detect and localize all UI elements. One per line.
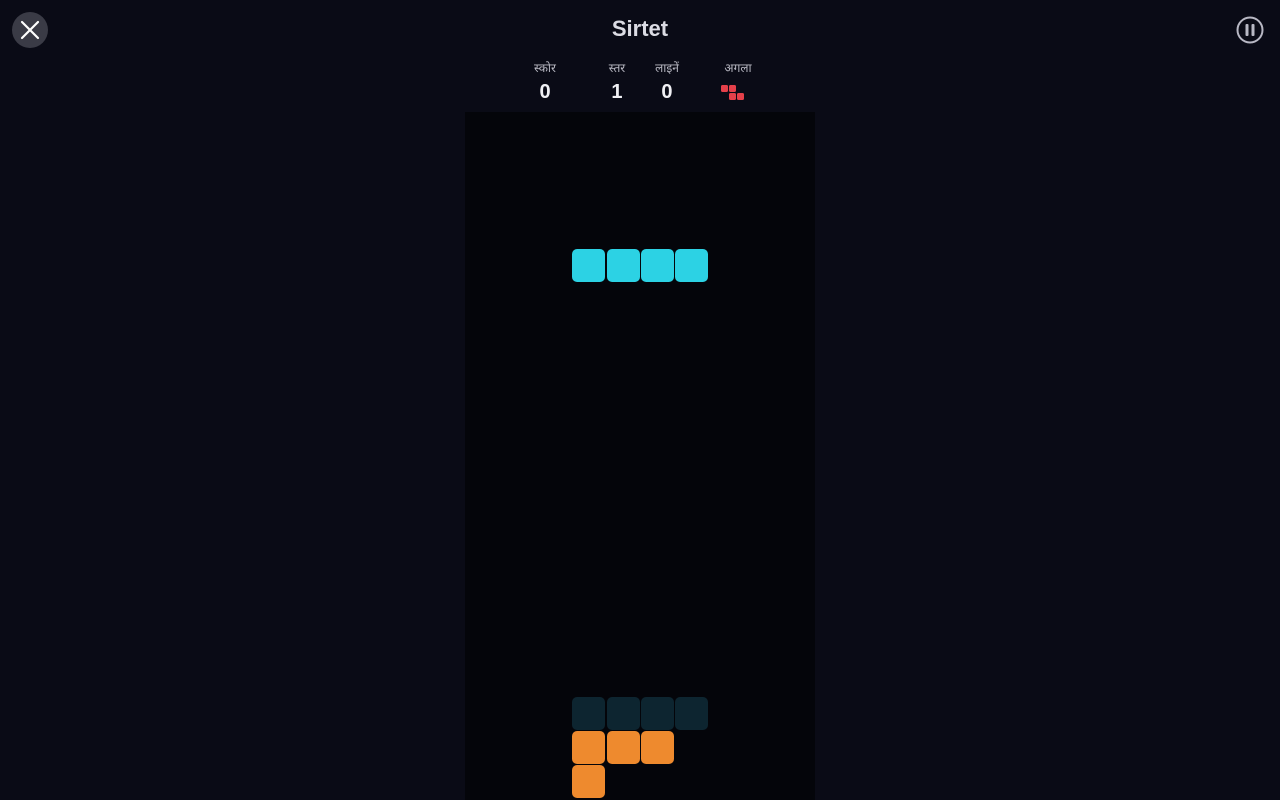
lines-label: लाइनें — [655, 61, 679, 75]
ghost-piece-block — [572, 696, 606, 730]
next-piece-block — [729, 93, 736, 100]
locked-block — [572, 731, 606, 764]
locked-block — [641, 731, 674, 764]
score-stat: स्कोर 0 — [534, 61, 556, 103]
level-stat: स्तर 1 — [609, 61, 625, 103]
ghost-piece-block — [675, 696, 709, 730]
game-board[interactable] — [465, 112, 815, 800]
next-piece-block — [729, 85, 736, 92]
score-label: स्कोर — [534, 61, 556, 75]
lines-stat: लाइनें 0 — [655, 61, 679, 103]
active-piece-block — [641, 249, 674, 283]
score-value: 0 — [539, 81, 551, 103]
active-piece-block — [606, 249, 640, 283]
next-piece-block — [737, 93, 744, 100]
ghost-piece-block — [641, 696, 674, 730]
pause-icon — [1236, 16, 1264, 44]
next-piece-block — [721, 85, 728, 92]
active-piece-block — [675, 249, 709, 283]
ghost-piece-block — [606, 696, 640, 730]
game-title: Sirtet — [611, 16, 669, 41]
locked-block — [606, 731, 640, 764]
level-value: 1 — [611, 81, 623, 103]
locked-block — [572, 765, 606, 799]
next-stat: अगला — [724, 61, 751, 75]
level-label: स्तर — [608, 61, 626, 75]
pause-button[interactable] — [1234, 14, 1266, 46]
active-piece-block — [572, 249, 606, 283]
lines-value: 0 — [661, 81, 673, 103]
next-label: अगला — [724, 61, 752, 75]
next-piece-preview — [721, 85, 744, 100]
